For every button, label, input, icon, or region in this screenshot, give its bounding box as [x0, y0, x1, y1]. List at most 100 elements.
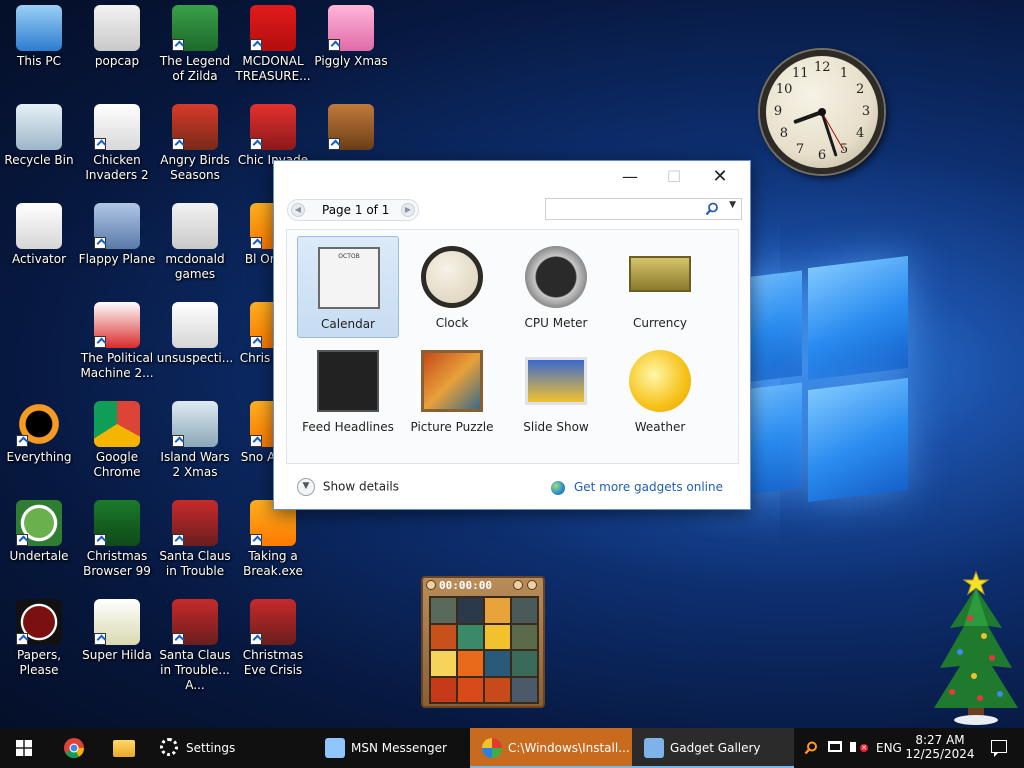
puzzle-tile[interactable] — [512, 624, 537, 649]
puzzle-tile[interactable] — [485, 677, 510, 702]
game-icon — [172, 5, 218, 51]
title-bar: — ☐ ✕ — [274, 161, 750, 195]
search-icon — [804, 741, 817, 755]
previous-page-button[interactable]: ◀ — [291, 203, 305, 217]
puzzle-icon — [421, 350, 483, 412]
desktop-icon[interactable]: MCDONAL TREASURE... — [234, 5, 312, 84]
system-clock[interactable]: 8:27 AM 12/25/2024 — [904, 728, 976, 768]
desktop-icon[interactable] — [312, 104, 390, 153]
desktop-icon[interactable]: Undertale — [0, 500, 78, 564]
desktop-icon[interactable]: Angry Birds Seasons — [156, 104, 234, 183]
desktop-icon-label: Google Chrome — [93, 450, 141, 479]
taskbar-button-gadget-gallery[interactable]: Gadget Gallery — [632, 728, 794, 768]
maximize-button[interactable]: ☐ — [654, 165, 694, 189]
clock-time: 8:27 AM — [915, 733, 965, 747]
taskbar: Settings MSN Messenger 7.0 C:\Windows\Inst… — [0, 728, 1024, 768]
desktop-icon[interactable]: Christmas Browser 99 — [78, 500, 156, 579]
volume-muted-icon[interactable]: ✕ — [848, 728, 870, 768]
desktop-icon[interactable]: Santa Claus in Trouble — [156, 500, 234, 579]
desktop-icon[interactable]: Super Hilda — [78, 599, 156, 663]
gadget-weather[interactable]: Weather — [609, 340, 711, 442]
puzzle-tile[interactable] — [512, 677, 537, 702]
puzzle-tile[interactable] — [431, 598, 456, 623]
desktop-icon[interactable]: Taking a Break.exe — [234, 500, 312, 579]
footer: ▼ Show details Get more gadgets online — [274, 466, 750, 510]
taskbar-button-settings[interactable]: Settings — [148, 728, 306, 768]
gadget-label: Currency — [632, 316, 688, 330]
start-button[interactable] — [0, 728, 48, 768]
next-page-button[interactable]: ▶ — [401, 203, 415, 217]
taskbar-button-msn-messenger-7-0[interactable]: MSN Messenger 7.0 — [313, 728, 465, 768]
desktop-icon[interactable]: Recycle Bin — [0, 104, 78, 168]
desktop-icon[interactable]: Christmas Eve Crisis — [234, 599, 312, 678]
desktop-icon[interactable]: Google Chrome — [78, 401, 156, 480]
desktop-icon[interactable]: Papers, Please — [0, 599, 78, 678]
desktop-icon[interactable]: Island Wars 2 Xmas — [156, 401, 234, 480]
desktop-icon[interactable]: Piggly Xmas — [312, 5, 390, 69]
search-icon[interactable] — [705, 202, 719, 216]
close-button[interactable]: ✕ — [700, 165, 740, 189]
puzzle-close-icon[interactable] — [527, 580, 537, 590]
folder-icon — [172, 203, 218, 249]
show-details-button[interactable]: ▼ Show details — [297, 478, 399, 496]
puzzle-tile[interactable] — [485, 624, 510, 649]
desktop-icon[interactable]: Chicken Invaders 2 — [78, 104, 156, 183]
puzzle-tile[interactable] — [458, 677, 483, 702]
puzzle-tile[interactable] — [512, 598, 537, 623]
search-dropdown-arrow[interactable]: ▼ — [729, 200, 736, 210]
gadget-clock[interactable]: Clock — [401, 236, 503, 338]
gadget-picture-puzzle[interactable]: Picture Puzzle — [401, 340, 503, 442]
puzzle-tile[interactable] — [431, 651, 456, 676]
puzzle-tile[interactable] — [485, 651, 510, 676]
puzzle-tile[interactable] — [458, 598, 483, 623]
desktop-icon[interactable]: The Political Machine 2... — [78, 302, 156, 381]
desktop-icon[interactable]: unsuspecti... — [156, 302, 234, 366]
minimize-button[interactable]: — — [610, 165, 650, 189]
language-indicator[interactable]: ENG — [876, 728, 902, 768]
desktop-icon[interactable]: mcdonald games — [156, 203, 234, 282]
puzzle-tile[interactable] — [485, 598, 510, 623]
gadget-slide-show[interactable]: Slide Show — [505, 340, 607, 442]
teddy-bear-icon — [328, 104, 374, 150]
desktop-icon-label: MCDONAL TREASURE... — [235, 54, 311, 83]
puzzle-tile[interactable] — [431, 624, 456, 649]
network-icon[interactable] — [826, 728, 846, 768]
tray-search-icon[interactable] — [802, 728, 820, 768]
desktop-icon[interactable]: This PC — [0, 5, 78, 69]
xmas-tree-icon — [94, 500, 140, 546]
notifications-icon[interactable] — [978, 728, 1022, 768]
clock-gadget[interactable]: 121234567891011 — [760, 50, 884, 174]
cpu-meter-icon — [525, 246, 587, 308]
desktop-icon[interactable]: Everything — [0, 401, 78, 465]
file-explorer-taskbar-button[interactable] — [100, 728, 146, 768]
chicken-icon — [94, 104, 140, 150]
gadget-currency[interactable]: Currency — [609, 236, 711, 338]
desktop-icon[interactable]: Flappy Plane — [78, 203, 156, 267]
puzzle-help-icon[interactable] — [513, 580, 523, 590]
desktop-icon[interactable]: The Legend of Zilda — [156, 5, 234, 84]
desktop-icon-label: Super Hilda — [82, 648, 152, 662]
gadget-feed-headlines[interactable]: Feed Headlines — [297, 340, 399, 442]
taskbar-button-c-windows-install[interactable]: C:\Windows\Install... — [470, 728, 632, 768]
gadget-calendar[interactable]: OCTOB Calendar — [297, 236, 399, 338]
desktop-icon-label: Activator — [11, 252, 67, 266]
puzzle-tile[interactable] — [512, 651, 537, 676]
desktop-icon-label: Santa Claus in Trouble — [159, 549, 231, 578]
get-more-gadgets-link[interactable]: Get more gadgets online — [551, 480, 723, 495]
gadget-cpu-meter[interactable]: CPU Meter — [505, 236, 607, 338]
search-icon — [16, 401, 62, 447]
clock-date: 12/25/2024 — [905, 747, 975, 761]
gadget-label: CPU Meter — [524, 316, 588, 330]
puzzle-tile[interactable] — [431, 677, 456, 702]
puzzle-tile[interactable] — [458, 651, 483, 676]
puzzle-gear-icon[interactable] — [426, 580, 436, 590]
puzzle-grid[interactable] — [429, 596, 539, 704]
picture-puzzle-gadget[interactable]: 00:00:00 — [421, 576, 545, 708]
desktop-icon[interactable]: Chic Invade — [234, 104, 312, 168]
puzzle-tile[interactable] — [458, 624, 483, 649]
desktop-icon[interactable]: Santa Claus in Trouble... A... — [156, 599, 234, 693]
search-input[interactable]: ▼ — [545, 198, 742, 220]
chrome-taskbar-button[interactable] — [52, 728, 96, 768]
desktop-icon[interactable]: Activator — [0, 203, 78, 267]
desktop-icon[interactable]: popcap — [78, 5, 156, 69]
